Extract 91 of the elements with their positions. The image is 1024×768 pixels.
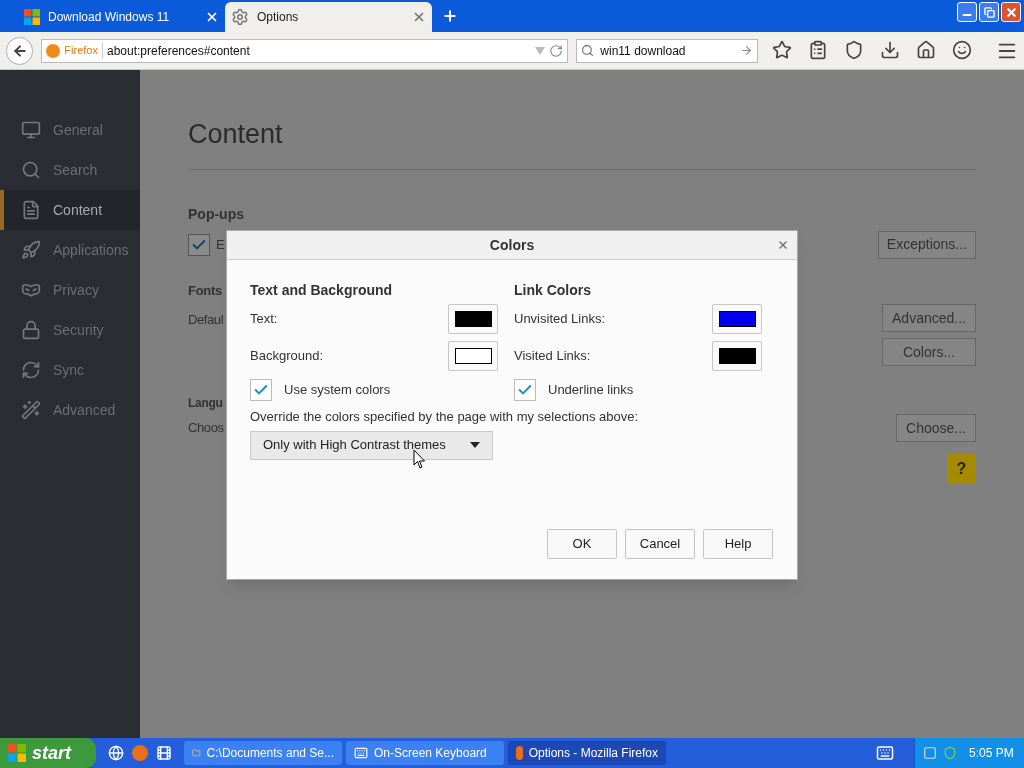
group-heading: Link Colors [514, 281, 592, 300]
page-heading: Content [188, 114, 976, 170]
checkbox[interactable] [514, 379, 536, 401]
body-text: Defaul [188, 311, 224, 329]
restore-button[interactable] [979, 2, 999, 22]
sync-icon [21, 360, 41, 380]
start-button[interactable]: start [0, 738, 96, 768]
back-button[interactable] [6, 36, 34, 65]
restore-icon [983, 6, 995, 18]
identity-label: Firefox [64, 42, 103, 59]
close-icon [1004, 5, 1018, 19]
sidebar-item[interactable]: Privacy [0, 270, 140, 310]
reload-icon[interactable] [549, 43, 564, 58]
override-dropdown[interactable]: Only with High Contrast themes [250, 430, 493, 460]
mouse-cursor-icon [413, 449, 426, 470]
keyboard-icon[interactable] [876, 744, 894, 762]
close-window-button[interactable] [1001, 2, 1021, 22]
address-bar[interactable]: Firefox about:preferences#content [41, 38, 569, 63]
close-tab-icon[interactable] [205, 10, 219, 24]
choose-button[interactable]: Choose... [896, 414, 976, 442]
keyboard-icon [354, 746, 368, 760]
dropdown-arrow-icon [470, 442, 480, 448]
color-label: Unvisited Links: [514, 309, 606, 328]
close-tab-icon[interactable] [412, 10, 426, 24]
tab-title: Options [257, 9, 300, 26]
search-text: win11 download [600, 42, 687, 60]
color-label: Visited Links: [514, 346, 591, 365]
sidebar-item[interactable]: Content [0, 190, 140, 230]
exceptions-button[interactable]: Exceptions... [877, 230, 976, 259]
globe-icon[interactable] [108, 745, 124, 761]
checkbox[interactable] [188, 233, 210, 256]
shield-icon[interactable] [844, 39, 864, 60]
color-label: Background: [250, 346, 323, 365]
monitor-icon [21, 120, 41, 140]
dialog-button[interactable]: Help [703, 528, 773, 559]
home-icon[interactable] [916, 39, 936, 60]
color-picker-button[interactable] [712, 303, 762, 334]
preferences-button[interactable]: Colors... [882, 338, 976, 366]
sidebar-item[interactable]: Security [0, 310, 140, 350]
download-icon[interactable] [880, 39, 900, 60]
smiley-icon[interactable] [952, 39, 972, 60]
checkbox-label: Underline links [548, 381, 634, 400]
lock-icon [21, 320, 41, 340]
bookmarks-list-icon[interactable] [808, 39, 828, 60]
tab-title: Download Windows 11 [48, 9, 171, 26]
body-text: Choos [188, 419, 224, 438]
taskbar-button[interactable]: Options - Mozilla Firefox [508, 741, 666, 765]
document-icon [21, 200, 41, 220]
new-tab-icon[interactable] [442, 8, 458, 24]
sidebar-item[interactable]: General [0, 110, 140, 150]
browser-tab[interactable]: Download Windows 11 [18, 2, 225, 32]
browser-tab[interactable]: Options [225, 2, 432, 32]
section-heading: Fonts [188, 281, 222, 300]
go-icon[interactable] [740, 44, 753, 57]
folder-icon [192, 746, 201, 760]
wand-icon [21, 400, 41, 420]
dialog-button[interactable]: OK [547, 528, 617, 559]
section-heading: Pop-ups [188, 204, 244, 224]
sidebar-item[interactable]: Advanced [0, 390, 140, 430]
checkbox[interactable] [250, 379, 272, 401]
checkbox-label: E [216, 235, 225, 254]
help-button[interactable]: ? [947, 454, 976, 483]
bookmark-star-icon[interactable] [772, 39, 792, 60]
sidebar-item[interactable]: Sync [0, 350, 140, 390]
close-icon[interactable] [777, 239, 789, 251]
sidebar-item[interactable]: Applications [0, 230, 140, 270]
color-label: Text: [250, 309, 278, 328]
clock: 5:05 PM [969, 745, 1014, 762]
rocket-icon [21, 240, 41, 260]
search-icon [21, 160, 41, 180]
film-icon[interactable] [156, 745, 172, 761]
gear-icon [231, 8, 249, 26]
minimize-button[interactable] [957, 2, 977, 22]
color-picker-button[interactable] [448, 340, 498, 371]
color-picker-button[interactable] [712, 340, 762, 371]
url-text: about:preferences#content [107, 42, 251, 60]
dialog-title: Colors [489, 235, 535, 255]
section-heading: Langu [188, 395, 223, 412]
search-field[interactable]: win11 download [576, 38, 758, 63]
checkbox-label: Use system colors [284, 381, 391, 400]
override-label: Override the colors specified by the page with my selections above: [250, 408, 640, 426]
color-picker-button[interactable] [448, 303, 498, 334]
windows-logo-icon [24, 9, 40, 25]
sidebar-item[interactable]: Search [0, 150, 140, 190]
windows-logo-icon [8, 744, 26, 762]
taskbar-button[interactable]: On-Screen Keyboard [346, 741, 504, 765]
group-heading: Text and Background [250, 281, 394, 300]
dialog-button[interactable]: Cancel [625, 528, 695, 559]
search-icon [581, 44, 595, 57]
taskbar-button[interactable]: C:\Documents and Se... [184, 741, 342, 765]
preferences-button[interactable]: Advanced... [882, 304, 976, 332]
